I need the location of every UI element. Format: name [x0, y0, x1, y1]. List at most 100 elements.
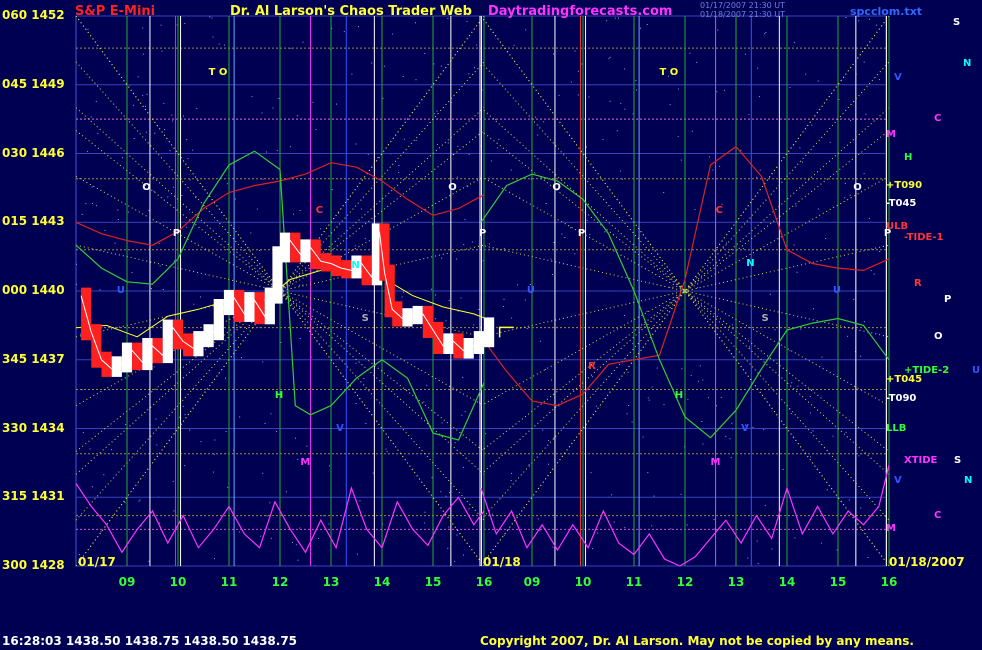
star-dot — [142, 27, 144, 29]
star-dot — [468, 73, 470, 75]
star-dot — [431, 477, 433, 479]
star-dot — [214, 558, 215, 560]
star-dot — [789, 350, 791, 352]
plot-marker-label-7: P — [478, 227, 487, 239]
star-dot — [125, 423, 127, 425]
star-dot — [173, 510, 175, 512]
star-dot — [713, 519, 715, 521]
star-dot — [473, 324, 475, 326]
star-dot — [490, 160, 492, 162]
star-dot — [757, 67, 759, 69]
star-dot — [528, 464, 530, 466]
star-dot — [91, 203, 93, 204]
star-dot — [793, 41, 795, 43]
star-dot — [468, 508, 470, 510]
star-dot — [290, 47, 292, 49]
plot-marker-label-20: M — [710, 456, 721, 468]
star-dot — [656, 367, 658, 369]
star-dot — [740, 149, 742, 151]
star-dot — [186, 139, 188, 141]
star-dot — [436, 110, 438, 112]
site-link[interactable]: Daytradingforecasts.com — [488, 4, 672, 19]
star-dot — [622, 178, 623, 180]
star-dot — [769, 293, 771, 295]
plot-marker-label-0: T O — [208, 67, 228, 79]
star-dot — [863, 321, 865, 323]
flux-label-0: S — [953, 16, 961, 28]
star-dot — [464, 411, 466, 413]
star-dot — [609, 100, 611, 102]
star-dot — [570, 227, 572, 229]
star-dot — [810, 412, 812, 414]
star-dot — [691, 130, 693, 132]
star-dot — [821, 356, 823, 358]
plot-marker-label-18: H — [674, 390, 684, 402]
star-dot — [182, 405, 184, 407]
star-dot — [341, 296, 343, 298]
star-dot — [847, 335, 849, 337]
star-dot — [457, 145, 459, 147]
star-dot — [104, 229, 106, 231]
star-dot — [489, 243, 490, 245]
star-dot — [726, 242, 728, 244]
star-dot — [343, 31, 345, 33]
star-dot — [463, 244, 465, 246]
star-dot — [386, 450, 388, 452]
star-dot — [653, 495, 655, 497]
star-dot — [581, 63, 583, 65]
star-dot — [315, 129, 317, 130]
star-dot — [299, 210, 301, 211]
star-dot — [642, 436, 644, 438]
star-dot — [173, 186, 175, 188]
star-dot — [613, 521, 615, 523]
x-tick-label-1: 10 — [169, 575, 187, 589]
star-dot — [747, 557, 749, 559]
star-dot — [610, 494, 612, 496]
star-dot — [478, 308, 480, 310]
star-dot — [86, 150, 88, 152]
y-tick-label-6: 330 1434 — [2, 420, 65, 435]
star-dot — [702, 379, 704, 381]
star-dot — [211, 17, 213, 19]
star-dot — [624, 527, 626, 529]
star-dot — [415, 22, 416, 24]
star-dot — [364, 238, 366, 240]
star-dot — [114, 242, 116, 244]
plot-marker-label-21: V — [336, 422, 344, 434]
star-dot — [356, 553, 358, 555]
star-dot — [810, 456, 812, 458]
star-dot — [789, 87, 791, 89]
star-dot — [793, 244, 795, 246]
star-dot — [269, 502, 271, 504]
star-dot — [299, 527, 301, 529]
star-dot — [377, 157, 379, 159]
flux-label-4: M — [886, 129, 896, 141]
star-dot — [764, 33, 766, 35]
star-dot — [415, 139, 417, 141]
x-tick-label-5: 14 — [373, 575, 391, 589]
x-tick-label-3: 12 — [271, 575, 289, 589]
star-dot — [363, 378, 365, 379]
star-dot — [731, 422, 733, 424]
plot-marker-label-4: O — [552, 181, 561, 193]
session-date-2: 01/18 — [483, 555, 521, 569]
y-tick-label-7: 315 1431 — [2, 489, 65, 504]
y-tick-label-3: 015 1443 — [2, 214, 65, 229]
star-dot — [878, 79, 880, 81]
star-dot — [289, 146, 291, 148]
star-dot — [474, 67, 475, 69]
star-dot — [159, 265, 161, 267]
star-dot — [76, 283, 78, 285]
star-dot — [748, 114, 750, 116]
star-dot — [133, 104, 135, 106]
star-dot — [697, 380, 699, 382]
plot-marker-label-8: P — [577, 227, 586, 239]
x-tick-label-15: 16 — [880, 575, 898, 589]
star-dot — [763, 429, 765, 431]
flux-label-10: R — [914, 278, 922, 290]
star-dot — [577, 94, 579, 96]
y-tick-label-4: 000 1440 — [2, 283, 65, 297]
star-dot — [172, 120, 174, 122]
star-dot — [463, 466, 465, 468]
date-line-2: 01/18/2007 21:30 UT — [700, 10, 785, 19]
